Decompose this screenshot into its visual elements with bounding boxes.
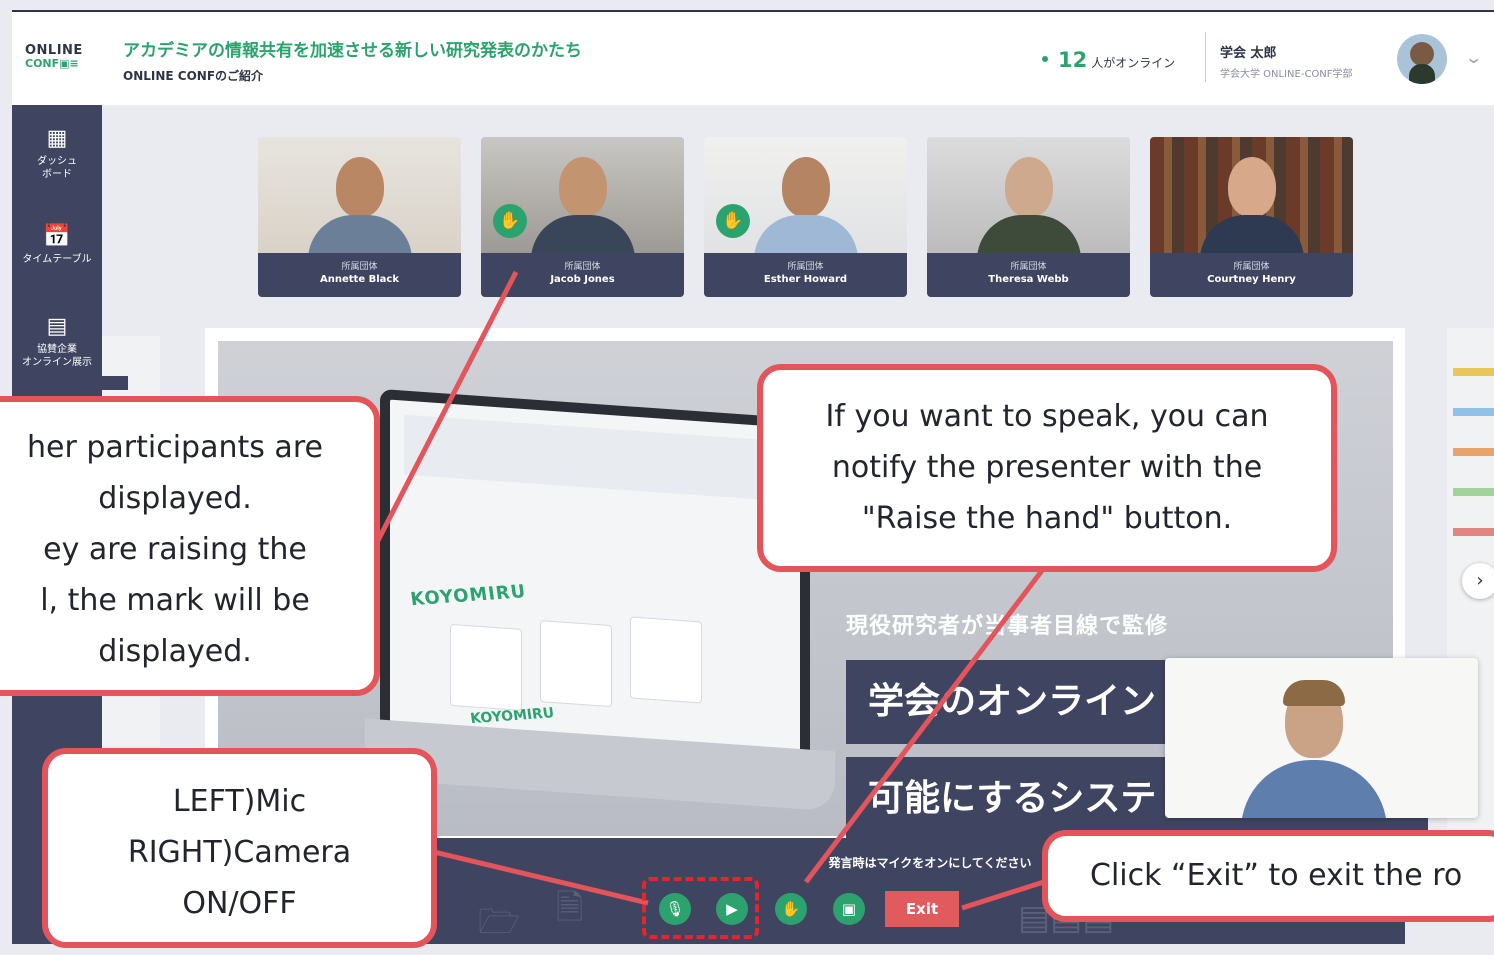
annotation-line [961,877,1051,911]
mic-camera-callout: LEFT)Mic RIGHT)Camera ON/OFF [42,748,437,948]
callout-text: ON/OFF [182,886,297,921]
mic-camera-highlight [642,877,759,939]
callout-text: RIGHT)Camera [127,835,352,870]
callout-text: ey are raising the [43,532,307,567]
callout-text: notify the presenter with the [831,450,1263,485]
callout-text: If you want to speak, you can [825,399,1269,434]
annotation-line [804,558,1052,884]
callout-text: displayed. [98,634,252,669]
callout-text: her participants are [27,430,323,465]
callout-text: displayed. [98,481,252,516]
annotation-line [365,270,519,562]
exit-callout: Click “Exit” to exit the ro [1042,830,1494,922]
participants-callout: her participants are displayed. ey are r… [0,396,380,696]
callout-text: l, the mark will be [40,583,310,618]
callout-text: LEFT)Mic [172,784,307,819]
annotation-line [433,849,649,906]
callout-text: Click “Exit” to exit the ro [1090,858,1463,893]
callout-text: "Raise the hand" button. [861,501,1233,536]
raise-hand-callout: If you want to speak, you can notify the… [757,364,1337,572]
